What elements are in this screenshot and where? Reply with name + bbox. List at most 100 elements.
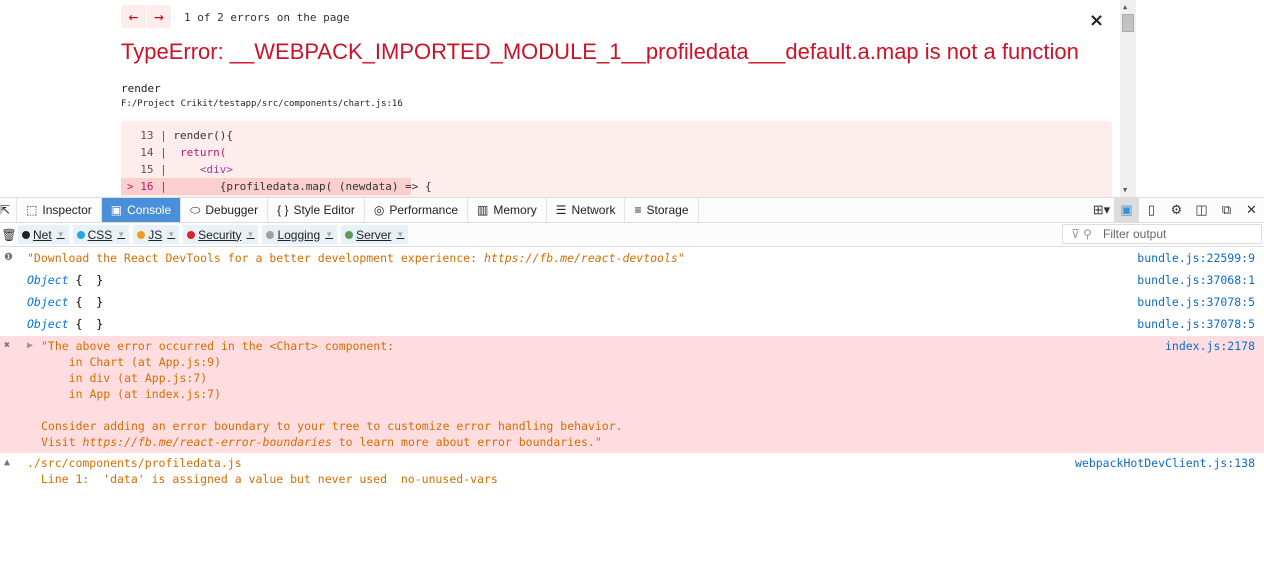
dot-icon xyxy=(345,230,354,239)
tab-style-editor[interactable]: { } Style Editor xyxy=(268,198,365,222)
message-link[interactable]: https://fb.me/react-error-boundaries xyxy=(83,435,332,449)
object-link[interactable]: Object xyxy=(27,273,69,287)
close-icon[interactable]: ✕ xyxy=(1239,198,1264,222)
trash-icon[interactable]: 🗑 xyxy=(0,228,18,242)
tab-console[interactable]: ▣ Console xyxy=(101,198,182,222)
storage-icon: ≡ xyxy=(634,203,642,217)
dock-layout-icon[interactable]: ⊞▾ xyxy=(1089,198,1114,222)
console-message: Object { } bundle.js:37068:1 xyxy=(0,270,1264,292)
error-title: TypeError: __WEBPACK_IMPORTED_MODULE_1__… xyxy=(121,39,1079,64)
console-filter-bar: 🗑 Net ▼ CSS ▼ JS ▼ Security ▼ Logging ▼ Serve… xyxy=(0,223,1264,247)
message-source-link[interactable]: bundle.js:37068:1 xyxy=(1137,272,1255,288)
stack-function: render xyxy=(121,82,161,95)
code-line: 13 | render(){ xyxy=(121,127,1112,144)
devtools-toolbar: ⇱ ⬚ Inspector ▣ Console ⬭ Debugger { } Style… xyxy=(0,197,1264,223)
code-line: 14 | return( xyxy=(121,144,1112,161)
dot-icon xyxy=(266,230,275,239)
toolbar-actions: ⊞▾ ▣ ▯ ⚙ ◫ ⧉ ✕ xyxy=(1089,198,1264,222)
code-line-highlighted: > 16 | {profiledata.map( (newdata) => { xyxy=(121,178,432,195)
tab-label: Console xyxy=(127,203,172,217)
dock-side-icon[interactable]: ◫ xyxy=(1189,198,1214,222)
tab-label: Performance xyxy=(389,203,459,217)
message-text: { } xyxy=(68,273,104,287)
console-message: Object { } bundle.js:37078:5 xyxy=(0,314,1264,336)
message-text: " xyxy=(677,251,685,265)
filter-css[interactable]: CSS ▼ xyxy=(72,225,130,244)
line-number: 14 | xyxy=(127,146,174,159)
chip-label: Security xyxy=(198,227,242,242)
tab-debugger[interactable]: ⬭ Debugger xyxy=(181,198,269,222)
tab-network[interactable]: ☰ Network xyxy=(547,198,626,222)
page-scrollbar[interactable]: ▲ ▼ xyxy=(1120,0,1136,197)
prev-error-button[interactable]: ← xyxy=(121,5,146,28)
console-output: ❶ "Download the React DevTools for a bett… xyxy=(0,248,1264,487)
scrollbar-thumb[interactable] xyxy=(1122,14,1134,32)
line-number: 13 | xyxy=(127,129,174,142)
scroll-down-icon[interactable]: ▼ xyxy=(1123,186,1127,194)
chevron-down-icon: ▼ xyxy=(246,230,255,239)
inspector-icon: ⬚ xyxy=(26,203,38,217)
filter-net[interactable]: Net ▼ xyxy=(18,225,69,244)
code-text: return( xyxy=(173,146,227,159)
message-text: to learn more about error boundaries." xyxy=(331,435,602,449)
chevron-down-icon: ▼ xyxy=(56,230,65,239)
tab-storage[interactable]: ≡ Storage xyxy=(625,198,699,222)
code-text: {profiledata.map( (newdata) => { xyxy=(173,180,432,193)
close-icon[interactable]: × xyxy=(1089,10,1104,31)
code-text: render(){ xyxy=(173,129,233,142)
error-count: 1 of 2 errors on the page xyxy=(184,11,350,24)
object-link[interactable]: Object xyxy=(27,295,69,309)
message-text: ./src/components/profiledata.js Line 1: … xyxy=(27,456,498,486)
console-warning-message: ▲ ./src/components/profiledata.js Line 1:… xyxy=(0,453,1264,487)
chip-label: Server xyxy=(356,227,392,242)
element-picker-icon[interactable]: ⇱ xyxy=(0,198,18,222)
message-text: { } xyxy=(68,295,104,309)
tab-label: Network xyxy=(571,203,616,217)
info-icon: ❶ xyxy=(4,252,13,263)
responsive-mode-icon[interactable]: ▯ xyxy=(1139,198,1164,222)
message-source-link[interactable]: bundle.js:22599:9 xyxy=(1137,250,1255,266)
filter-output-input[interactable]: ⊽ ⚲ Filter output xyxy=(1062,224,1262,244)
message-text: "The above error occurred in the <Chart>… xyxy=(41,339,623,449)
chip-label: CSS xyxy=(87,227,113,242)
console-message: ❶ "Download the React DevTools for a bett… xyxy=(0,248,1264,270)
error-overlay: ← → 1 of 2 errors on the page × TypeErro… xyxy=(0,0,1264,197)
dot-icon xyxy=(187,230,196,239)
code-text: <div> xyxy=(173,163,233,176)
message-source-link[interactable]: bundle.js:37078:5 xyxy=(1137,316,1255,332)
chevron-down-icon: ▼ xyxy=(117,230,126,239)
tab-memory[interactable]: ▥ Memory xyxy=(468,198,547,222)
object-link[interactable]: Object xyxy=(27,317,69,331)
network-icon: ☰ xyxy=(555,203,567,217)
message-link[interactable]: https://fb.me/react-devtools xyxy=(484,251,678,265)
tab-label: Style Editor xyxy=(293,203,355,217)
split-console-icon[interactable]: ▣ xyxy=(1114,198,1139,222)
filter-js[interactable]: JS ▼ xyxy=(133,225,180,244)
line-number: > 16 | xyxy=(127,180,174,193)
message-source-link[interactable]: webpackHotDevClient.js:138 xyxy=(1075,455,1255,471)
error-x-icon: ✖ xyxy=(4,340,11,351)
tab-label: Memory xyxy=(493,203,537,217)
separate-window-icon[interactable]: ⧉ xyxy=(1214,198,1239,222)
gear-icon[interactable]: ⚙ xyxy=(1164,198,1189,222)
dot-icon xyxy=(22,230,30,239)
message-source-link[interactable]: index.js:2178 xyxy=(1165,338,1255,354)
filter-security[interactable]: Security ▼ xyxy=(183,225,259,244)
line-number: 15 | xyxy=(127,163,174,176)
chip-label: Logging xyxy=(277,227,321,242)
message-source-link[interactable]: bundle.js:37078:5 xyxy=(1137,294,1255,310)
chip-label: JS xyxy=(148,227,163,242)
console-icon: ▣ xyxy=(110,203,123,217)
stack-file[interactable]: F:/Project Crikit/testapp/src/components… xyxy=(121,99,403,109)
tab-label: Storage xyxy=(646,203,689,217)
expand-triangle-icon[interactable]: ▶ xyxy=(27,338,33,354)
message-text: { } xyxy=(68,317,104,331)
tab-inspector[interactable]: ⬚ Inspector xyxy=(17,198,102,222)
console-error-message: ✖ ▶ "The above error occurred in the <Char… xyxy=(0,336,1264,453)
next-error-button[interactable]: → xyxy=(146,5,171,28)
scroll-up-icon[interactable]: ▲ xyxy=(1123,3,1127,11)
chevron-down-icon: ▼ xyxy=(167,230,176,239)
tab-performance[interactable]: ◎ Performance xyxy=(365,198,469,222)
filter-logging[interactable]: Logging ▼ xyxy=(262,225,338,244)
filter-server[interactable]: Server ▼ xyxy=(341,225,409,244)
